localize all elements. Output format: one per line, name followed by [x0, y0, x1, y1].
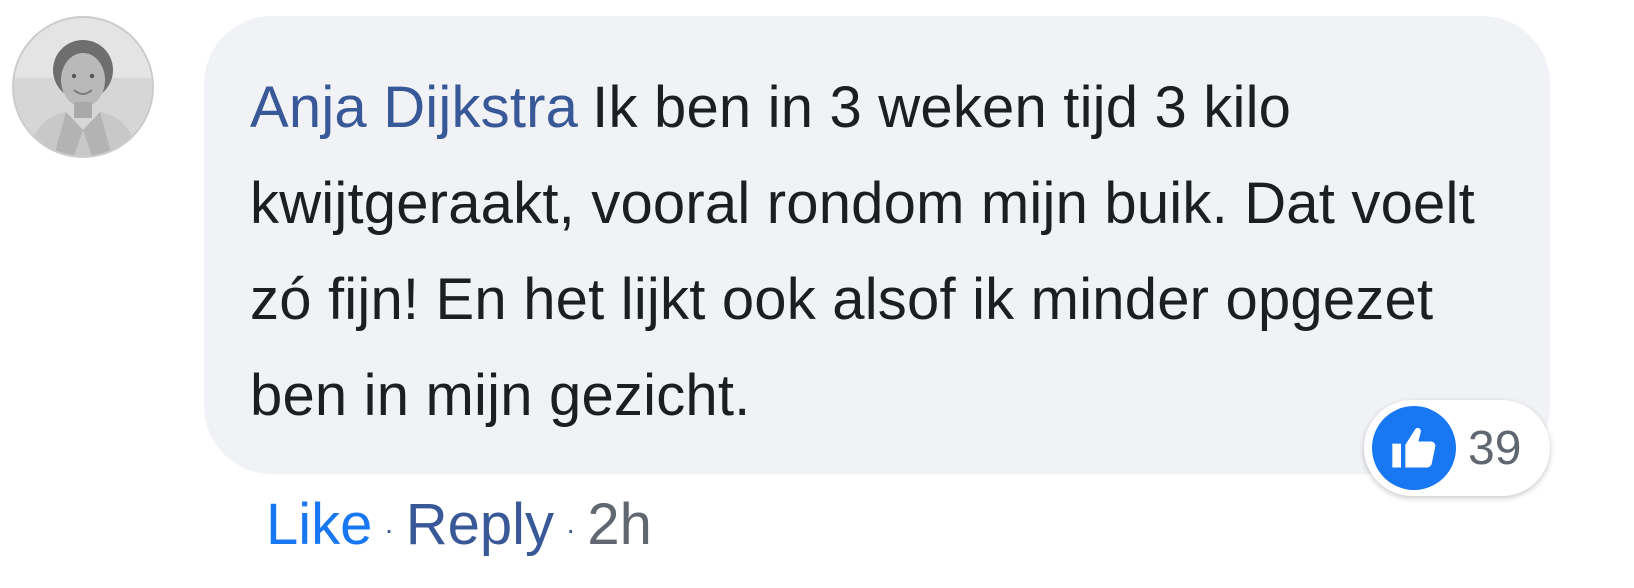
reaction-summary[interactable]: 39	[1364, 400, 1550, 496]
comment-body: Anja Dijkstra Ik ben in 3 weken tijd 3 ki…	[250, 60, 1520, 444]
like-button[interactable]: Like	[266, 491, 372, 558]
thumbs-up-icon	[1372, 406, 1456, 490]
separator-dot: ·	[384, 514, 394, 545]
avatar[interactable]	[12, 16, 154, 158]
profile-photo-icon	[14, 18, 152, 156]
comment-bubble: Anja Dijkstra Ik ben in 3 weken tijd 3 ki…	[204, 16, 1550, 474]
reply-button[interactable]: Reply	[406, 491, 554, 558]
timestamp[interactable]: 2h	[587, 491, 652, 558]
comment-actions: Like · Reply · 2h	[266, 484, 652, 564]
reaction-count: 39	[1468, 421, 1522, 475]
author-name[interactable]: Anja Dijkstra	[250, 75, 578, 140]
separator-dot: ·	[566, 514, 576, 545]
